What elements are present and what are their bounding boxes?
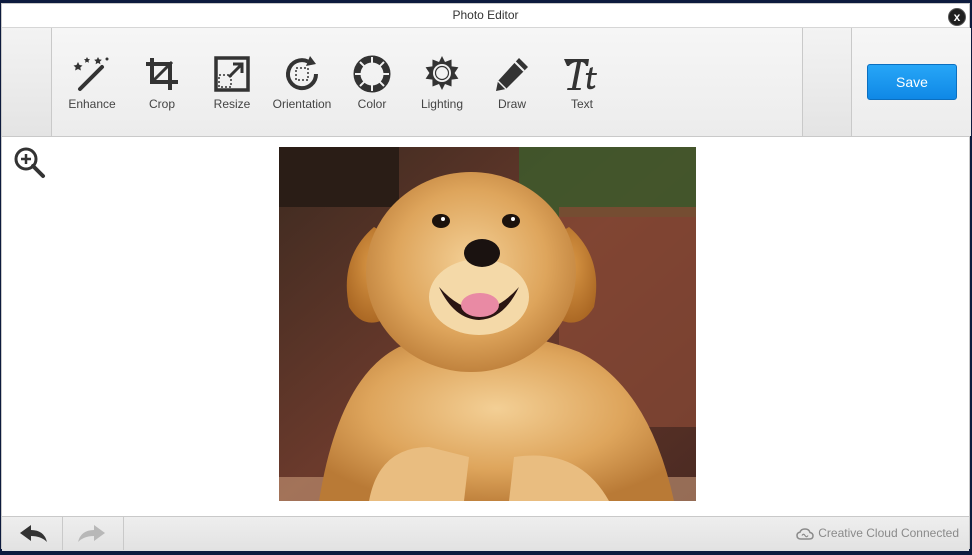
sun-icon [425, 56, 459, 90]
creative-cloud-status: Creative Cloud Connected [796, 526, 959, 540]
resize-icon [214, 56, 250, 92]
tool-label: Crop [148, 97, 175, 111]
tool-resize[interactable]: Resize [197, 54, 267, 111]
color-wheel-icon [353, 55, 391, 93]
pencil-icon [496, 58, 528, 91]
tool-color[interactable]: Color [337, 54, 407, 111]
tool-label: Enhance [68, 97, 116, 111]
tool-label: Lighting [420, 97, 464, 111]
tool-orientation[interactable]: Orientation [267, 54, 337, 111]
toolbar: Enhance Crop Resize Orientation Color Li… [2, 28, 971, 137]
creative-cloud-icon [796, 528, 815, 540]
save-button[interactable]: Save [867, 64, 957, 100]
undo-button[interactable] [2, 517, 63, 550]
photo-editor-window: Photo Editor x Enhance Crop Resize Orien… [1, 3, 971, 551]
tool-label: Draw [497, 97, 526, 111]
tool-draw[interactable]: Draw [477, 54, 547, 111]
tool-crop[interactable]: Crop [127, 54, 197, 111]
tool-lighting[interactable]: Lighting [407, 54, 477, 111]
tool-enhance[interactable]: Enhance [57, 54, 127, 111]
window-title: Photo Editor [452, 8, 519, 22]
tool-label: Resize [213, 97, 251, 111]
tool-label: Orientation [272, 97, 332, 111]
crop-icon [146, 58, 178, 90]
tool-label: Color [357, 97, 387, 111]
redo-icon [78, 525, 105, 542]
close-button[interactable]: x [948, 8, 966, 26]
puppy-image [279, 147, 696, 501]
text-icon [564, 59, 597, 90]
redo-button[interactable] [63, 517, 124, 550]
toolbar-right-panel [803, 28, 852, 136]
bottom-bar: Creative Cloud Connected [2, 516, 969, 551]
photo-preview[interactable] [279, 147, 696, 501]
title-bar: Photo Editor x [2, 4, 969, 28]
creative-cloud-label: Creative Cloud Connected [818, 526, 959, 540]
zoom-in-icon[interactable] [12, 145, 46, 179]
tool-group: Enhance Crop Resize Orientation Color Li… [52, 28, 803, 136]
rotate-icon [286, 56, 319, 91]
tool-text[interactable]: Text [547, 54, 617, 111]
toolbar-left-panel [2, 28, 52, 136]
magic-wand-icon [73, 57, 109, 91]
undo-icon [20, 525, 47, 542]
tool-label: Text [570, 97, 593, 111]
